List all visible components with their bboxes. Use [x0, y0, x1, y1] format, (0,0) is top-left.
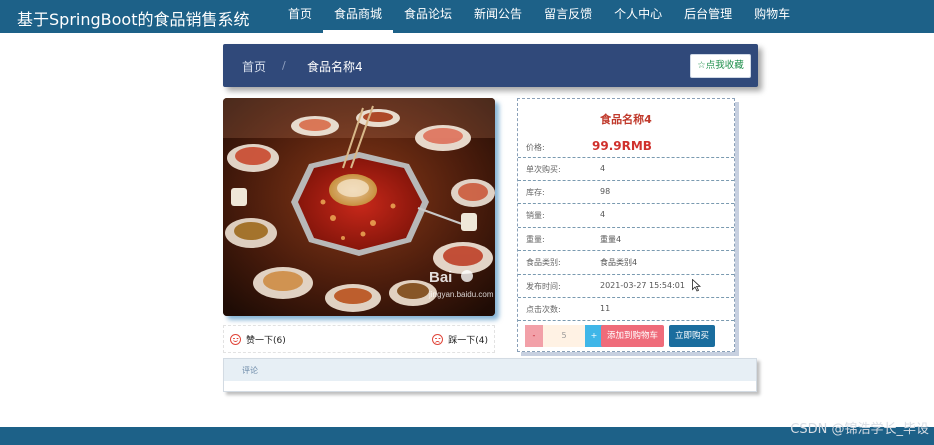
price-row: 价格: 99.9RMB	[518, 134, 734, 157]
info-value: 98	[600, 187, 611, 196]
breadcrumb-home-link[interactable]: 首页	[242, 58, 266, 75]
info-row-sales: 销量: 4	[518, 203, 734, 226]
breadcrumb-current: 食品名称4	[307, 60, 363, 74]
breadcrumb: 首页 / 食品名称4 ☆点我收藏	[223, 44, 758, 87]
csdn-watermark: CSDN @锦浩学长_毕设	[790, 422, 929, 437]
comment-header: 评论	[224, 359, 756, 381]
info-label: 点击次数:	[526, 305, 561, 314]
info-value: 11	[600, 304, 611, 313]
info-label: 单次购买:	[526, 165, 561, 174]
site-title: 基于SpringBoot的食品销售系统	[17, 10, 250, 29]
buy-now-button[interactable]: 立即购买	[669, 325, 715, 347]
nav-item-home[interactable]: 首页	[277, 0, 323, 33]
breadcrumb-separator: /	[282, 59, 286, 72]
info-label: 销量:	[526, 211, 545, 220]
nav-item-food-mall[interactable]: 食品商城	[323, 0, 394, 33]
quantity-input[interactable]: 5	[543, 325, 585, 347]
nav-menu: 首页 食品商城 食品论坛 新闻公告 留言反馈 个人中心 后台管理 购物车	[277, 0, 801, 33]
info-row-category: 食品类别: 食品类别4	[518, 250, 734, 273]
top-nav: 基于SpringBoot的食品销售系统 首页 食品商城 食品论坛 新闻公告 留言…	[0, 0, 934, 33]
dislike-button[interactable]: 踩一下(4)	[432, 333, 488, 346]
info-row-publish-time: 发布时间: 2021-03-27 15:54:01	[518, 274, 734, 297]
info-label: 库存:	[526, 188, 545, 197]
price-label: 价格:	[526, 143, 545, 152]
nav-item-feedback[interactable]: 留言反馈	[533, 0, 603, 33]
nav-item-admin[interactable]: 后台管理	[673, 0, 743, 33]
info-value: 2021-03-27 15:54:01	[600, 281, 685, 290]
info-value: 食品类别4	[600, 258, 638, 267]
nav-item-news[interactable]: 新闻公告	[463, 0, 533, 33]
nav-item-personal-center[interactable]: 个人中心	[603, 0, 673, 33]
vote-row: 赞一下(6) 踩一下(4)	[223, 325, 495, 353]
frown-icon	[432, 334, 444, 345]
nav-item-food-forum[interactable]: 食品论坛	[393, 0, 463, 33]
product-name: 食品名称4	[600, 113, 652, 126]
image-watermark-site: jingyan.baidu.com	[428, 290, 494, 299]
info-value: 重量4	[600, 235, 622, 244]
info-value: 4	[600, 164, 606, 173]
quantity-decrement-button[interactable]: -	[525, 325, 543, 347]
info-label: 发布时间:	[526, 282, 561, 291]
comment-section: 评论	[223, 358, 757, 392]
like-button[interactable]: 赞一下(6)	[230, 333, 286, 346]
product-info-panel: 食品名称4 价格: 99.9RMB 单次购买: 4 库存: 98 销量: 4 重…	[517, 98, 735, 352]
price-value: 99.9RMB	[592, 139, 652, 153]
info-row-weight: 重量: 重量4	[518, 227, 734, 250]
info-divider	[518, 320, 734, 321]
info-value: 4	[600, 210, 606, 219]
quantity-stepper: - 5 +	[525, 325, 603, 347]
mouse-cursor-icon	[692, 277, 702, 296]
add-to-cart-button[interactable]: 添加到购物车	[601, 325, 664, 347]
dislike-label: 踩一下(4)	[448, 336, 488, 346]
like-label: 赞一下(6)	[246, 336, 286, 346]
product-image: Bai jingyan.baidu.com	[223, 98, 495, 316]
info-label: 食品类别:	[526, 258, 561, 267]
favorite-button[interactable]: ☆点我收藏	[690, 54, 751, 78]
info-row-click-count: 点击次数: 11	[518, 297, 734, 320]
info-row-stock: 库存: 98	[518, 180, 734, 203]
image-watermark-brand: Bai	[429, 269, 452, 286]
nav-item-cart[interactable]: 购物车	[743, 0, 801, 33]
info-label: 重量:	[526, 235, 545, 244]
info-row-purchase-limit: 单次购买: 4	[518, 157, 734, 180]
smile-icon	[230, 334, 241, 345]
comment-tab[interactable]: 评论	[242, 365, 258, 376]
